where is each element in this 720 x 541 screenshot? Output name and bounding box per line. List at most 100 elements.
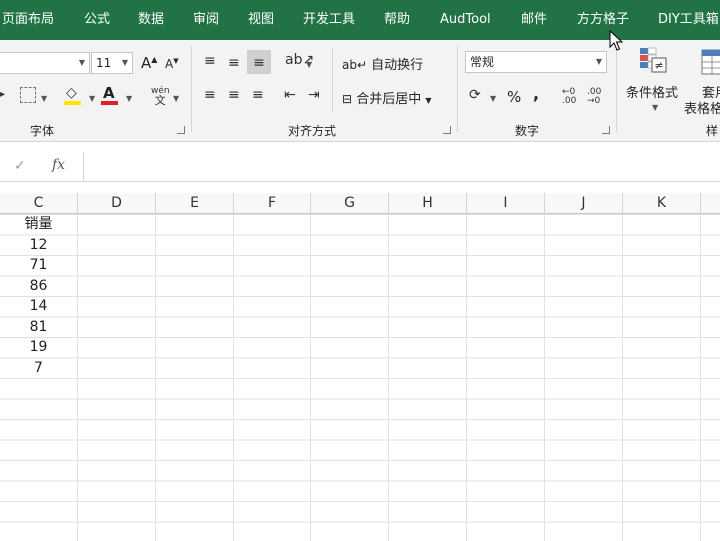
border-icon[interactable] — [20, 87, 36, 103]
paint-bucket-icon: ◇ — [66, 85, 77, 101]
decrease-decimal-icon[interactable]: .00 →0 — [587, 88, 601, 106]
decrease-indent-icon[interactable]: ⇤ — [284, 88, 296, 102]
styles-group-label: 样 — [706, 124, 719, 138]
tab-diy-toolbox[interactable]: DIY工具箱 — [658, 0, 719, 40]
fill-color-swatch — [64, 101, 81, 105]
tab-page-layout[interactable]: 页面布局 — [2, 0, 54, 40]
font-dialog-launcher[interactable] — [177, 126, 185, 134]
column-header-f[interactable]: F — [234, 193, 311, 214]
wrap-text-button[interactable]: ab↵ 自动换行 — [342, 54, 423, 73]
align-center-icon[interactable]: ≡ — [228, 88, 240, 102]
font-group-label: 字体 — [30, 124, 55, 138]
tab-developer[interactable]: 开发工具 — [303, 0, 355, 40]
font-size-combo[interactable]: 11 ▼ — [91, 52, 133, 74]
column-header-g[interactable]: G — [311, 193, 389, 214]
alignment-dialog-launcher[interactable] — [443, 126, 451, 134]
align-right-icon[interactable]: ≡ — [252, 88, 264, 102]
grid-column-line — [544, 214, 545, 541]
percent-button[interactable]: % — [507, 88, 521, 106]
excel-window: 页面布局 公式 数据 审阅 视图 开发工具 帮助 AudTool 邮件 方方格子… — [0, 0, 720, 541]
increase-indent-icon[interactable]: ⇥ — [308, 88, 320, 102]
chevron-down-icon: ▼ — [425, 96, 432, 105]
merge-icon: ⊟ — [342, 92, 353, 106]
grid-column-line — [466, 214, 467, 541]
group-divider — [616, 46, 617, 132]
alignment-group-label: 对齐方式 — [288, 124, 337, 138]
column-header-e[interactable]: E — [156, 193, 234, 214]
grow-font-label: A — [141, 54, 152, 72]
formula-bar-spacer — [0, 142, 720, 152]
grow-font-button[interactable]: A▲ — [141, 54, 157, 72]
chevron-down-icon[interactable]: ▼ — [41, 94, 47, 103]
cell-c-header[interactable]: 销量 — [0, 214, 77, 234]
tab-audtool[interactable]: AudTool — [440, 0, 491, 40]
accounting-format-icon[interactable]: ⟳ — [469, 88, 481, 102]
grid-column-line — [233, 214, 234, 541]
chevron-down-icon: ▼ — [121, 58, 128, 67]
cell-c-value[interactable]: 12 — [0, 235, 77, 255]
svg-text:≠: ≠ — [654, 59, 663, 72]
format-as-table-label-line2[interactable]: 表格格 — [684, 98, 720, 117]
wrap-text-label: 自动换行 — [371, 58, 424, 73]
caret-icon: ▸ — [0, 89, 6, 100]
number-dialog-launcher[interactable] — [602, 126, 610, 134]
grid-column-line — [155, 214, 156, 541]
align-middle-icon[interactable]: ≡ — [228, 56, 240, 70]
cell-c-value[interactable]: 81 — [0, 317, 77, 337]
cell-c-value[interactable]: 7 — [0, 358, 77, 378]
font-name-combo[interactable]: ▼ — [0, 52, 90, 74]
align-bottom-icon[interactable]: ≡ — [247, 50, 271, 74]
number-format-combo[interactable]: 常规 ▼ — [465, 51, 607, 73]
chevron-down-icon[interactable]: ▼ — [652, 103, 658, 112]
tab-help[interactable]: 帮助 — [384, 0, 410, 40]
conditional-format-icon[interactable]: ≠ — [638, 46, 670, 78]
cell-c-value[interactable]: 86 — [0, 276, 77, 296]
formula-bar: ✓ fx — [0, 152, 720, 182]
grid-column-line — [388, 214, 389, 541]
fill-color-icon[interactable]: ◇ — [64, 85, 81, 105]
font-color-icon[interactable]: A — [101, 86, 118, 105]
conditional-format-label[interactable]: 条件格式 — [626, 82, 678, 101]
enter-check-icon[interactable]: ✓ — [14, 158, 26, 174]
merge-center-label: 合并后居中 — [356, 92, 422, 107]
tab-mail[interactable]: 邮件 — [521, 0, 547, 40]
column-header-h[interactable]: H — [389, 193, 467, 214]
column-header-c[interactable]: C — [0, 193, 78, 214]
cell-c-value[interactable]: 71 — [0, 255, 77, 275]
column-header-k[interactable]: K — [623, 193, 701, 214]
comma-button[interactable]: , — [533, 84, 539, 103]
column-header-i[interactable]: I — [467, 193, 545, 214]
cell-grid[interactable] — [0, 214, 720, 541]
cell-c-value[interactable]: 19 — [0, 337, 77, 357]
cell-c-value[interactable]: 14 — [0, 296, 77, 316]
chevron-down-icon[interactable]: ▼ — [306, 60, 312, 69]
insert-function-button[interactable]: fx — [52, 157, 65, 173]
chevron-down-icon[interactable]: ▼ — [126, 94, 132, 103]
chevron-down-icon: ▼ — [78, 58, 85, 67]
shrink-font-button[interactable]: A▼ — [165, 57, 179, 71]
increase-decimal-icon[interactable]: ←0.00 — [562, 88, 576, 106]
wrap-text-icon: ab↵ — [342, 58, 368, 72]
font-color-swatch — [101, 101, 118, 105]
align-top-icon[interactable]: ≡ — [204, 54, 216, 68]
formula-input[interactable] — [83, 152, 720, 182]
format-as-table-icon[interactable] — [700, 48, 720, 76]
tab-formulas[interactable]: 公式 — [84, 0, 110, 40]
tab-review[interactable]: 审阅 — [193, 0, 219, 40]
number-group-label: 数字 — [515, 124, 540, 138]
chevron-down-icon[interactable]: ▼ — [173, 94, 179, 103]
group-divider — [191, 46, 192, 132]
grid-column-line — [700, 214, 701, 541]
align-left-icon[interactable]: ≡ — [204, 88, 216, 102]
chevron-down-icon[interactable]: ▼ — [89, 94, 95, 103]
merge-center-button[interactable]: ⊟ 合并后居中 ▼ — [342, 88, 432, 107]
column-header-d[interactable]: D — [78, 193, 156, 214]
column-header-j[interactable]: J — [545, 193, 623, 214]
chevron-down-icon: ▼ — [595, 57, 602, 66]
grid-column-line — [310, 214, 311, 541]
tab-view[interactable]: 视图 — [248, 0, 274, 40]
tab-data[interactable]: 数据 — [138, 0, 164, 40]
phonetic-guide-button[interactable]: wén 文 — [151, 86, 170, 106]
chevron-down-icon[interactable]: ▼ — [490, 94, 496, 103]
grid-column-line — [77, 214, 78, 541]
